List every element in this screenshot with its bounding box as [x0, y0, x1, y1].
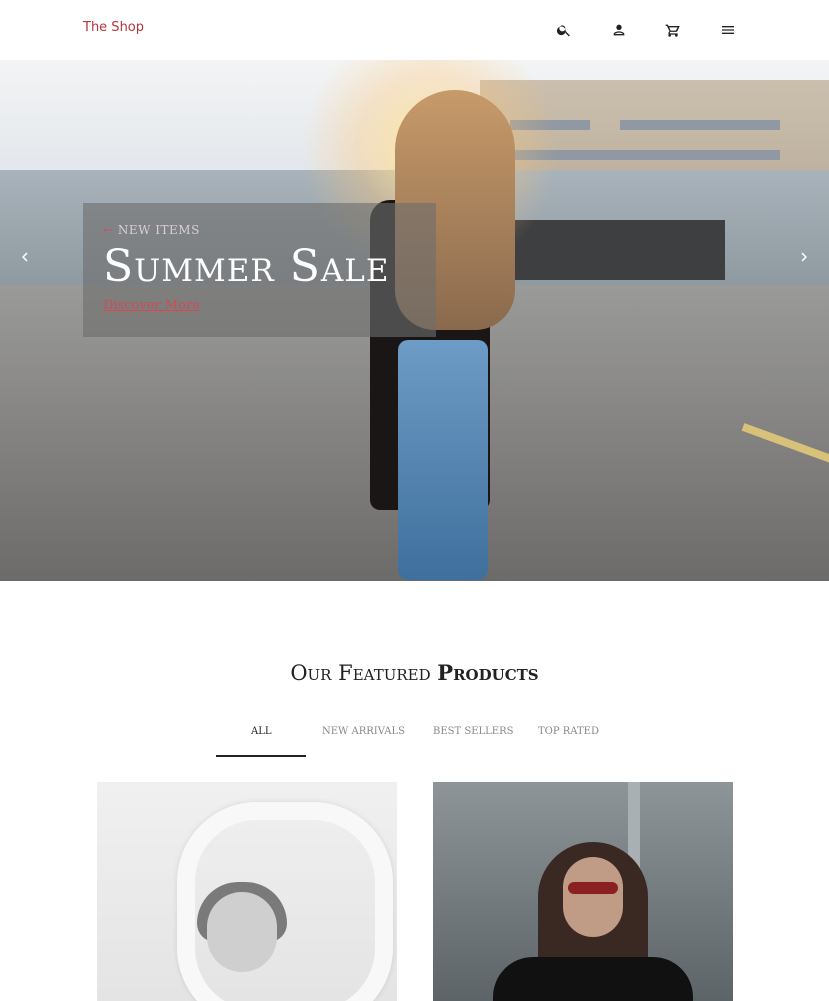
product-image-detail: [568, 882, 618, 894]
arrow-left-icon: ←: [103, 223, 114, 237]
active-tab-indicator: [216, 755, 306, 757]
product-image-detail: [493, 957, 693, 1001]
tab-top-rated[interactable]: TOP RATED: [538, 726, 599, 737]
featured-title-bold: Products: [437, 660, 539, 685]
featured-title-light: Our Featured: [290, 661, 431, 685]
menu-icon[interactable]: [718, 20, 738, 40]
hero-title: Summer Sale: [103, 241, 390, 292]
site-header: The Shop: [0, 0, 829, 60]
product-card[interactable]: [433, 782, 733, 1001]
chevron-left-icon: [22, 252, 28, 262]
featured-title: Our Featured Products: [0, 660, 829, 685]
brand-logo[interactable]: The Shop: [83, 20, 144, 35]
tab-new-arrivals[interactable]: NEW ARRIVALS: [322, 726, 405, 737]
model-jeans: [398, 340, 488, 580]
search-icon[interactable]: [554, 20, 574, 40]
hero-kicker: ← NEW ITEMS: [103, 223, 200, 237]
cart-icon[interactable]: [663, 20, 683, 40]
account-icon[interactable]: [609, 20, 629, 40]
product-card[interactable]: [97, 782, 397, 1001]
hero-caption: ← NEW ITEMS Summer Sale Discover More: [83, 203, 436, 337]
hero-banner: ← NEW ITEMS Summer Sale Discover More: [0, 60, 829, 581]
product-image-detail: [563, 857, 623, 937]
product-tabs: ALL NEW ARRIVALS BEST SELLERS TOP RATED: [0, 720, 829, 760]
slider-next-button[interactable]: [792, 245, 816, 269]
tab-all[interactable]: ALL: [251, 726, 272, 737]
slider-prev-button[interactable]: [13, 245, 37, 269]
product-image-detail: [207, 892, 277, 972]
hero-kicker-text: NEW ITEMS: [117, 223, 200, 237]
discover-more-link[interactable]: Discover More: [103, 298, 200, 313]
tab-best-sellers[interactable]: BEST SELLERS: [433, 726, 513, 737]
chevron-right-icon: [801, 252, 807, 262]
